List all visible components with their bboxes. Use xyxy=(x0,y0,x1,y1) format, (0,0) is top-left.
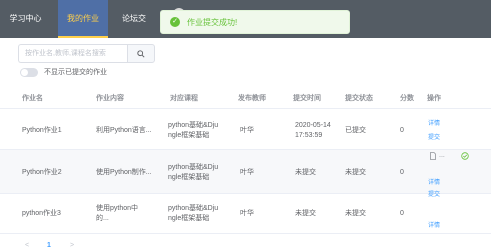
col-header-course: 对应课程 xyxy=(170,95,198,102)
submit-time-clock: 17:53:59 xyxy=(295,132,323,139)
submit-time-date: 2020-05-14 xyxy=(295,122,331,129)
course-name-line2: ngle框架基础 xyxy=(168,132,210,139)
homework-content: 利用Python语言... xyxy=(96,127,152,134)
col-header-submit-time: 提交时间 xyxy=(293,95,321,102)
homework-content: 使用Python制作... xyxy=(96,169,152,176)
col-header-content: 作业内容 xyxy=(96,95,124,102)
homework-name: Python作业1 xyxy=(22,127,62,134)
search-button[interactable] xyxy=(127,44,155,63)
toast-message: 作业提交成功! xyxy=(187,17,238,27)
col-header-teacher: 发布教师 xyxy=(238,95,266,102)
teacher-name: 叶华 xyxy=(240,210,254,217)
detail-link[interactable]: 详情 xyxy=(428,220,440,229)
col-header-actions: 操作 xyxy=(427,95,441,102)
teacher-name: 叶华 xyxy=(240,127,254,134)
homework-content-line2: 的... xyxy=(96,215,109,222)
search-bar xyxy=(18,44,155,63)
col-header-name: 作业名 xyxy=(22,95,43,102)
nav-item-learning-center[interactable]: 学习中心 xyxy=(0,0,51,38)
upload-success-icon xyxy=(461,152,469,160)
submit-link[interactable]: 提交 xyxy=(428,132,440,141)
submit-status: 未提交 xyxy=(345,210,366,217)
submit-status: 未提交 xyxy=(345,169,366,176)
score: 0 xyxy=(400,210,404,217)
nav-item-forum[interactable]: 论坛交 xyxy=(113,0,155,38)
submit-time: 未提交 xyxy=(295,169,316,176)
col-header-status: 提交状态 xyxy=(345,95,373,102)
hide-submitted-label: 不显示已提交的作业 xyxy=(44,69,107,76)
submit-status: 已提交 xyxy=(345,127,366,134)
table-row: Python作业2 使用Python制作... python基础&Dju ngl… xyxy=(0,150,491,198)
course-name-line1: python基础&Dju xyxy=(168,122,219,129)
check-circle-icon: ✓ xyxy=(170,17,180,27)
teacher-name: 叶华 xyxy=(240,169,254,176)
pager-prev-button[interactable]: < xyxy=(25,242,29,249)
homework-content-line1: 使用python中 xyxy=(96,205,139,212)
pager-next-button[interactable]: > xyxy=(70,242,74,249)
pager-page-1[interactable]: 1 xyxy=(47,242,51,249)
search-input[interactable] xyxy=(18,44,127,63)
score: 0 xyxy=(400,127,404,134)
hide-submitted-filter: 不显示已提交的作业 xyxy=(20,66,107,78)
homework-name: Python作业2 xyxy=(22,169,62,176)
detail-link[interactable]: 详情 xyxy=(428,177,440,186)
course-name-line1: python基础&Dju xyxy=(168,205,219,212)
col-header-score: 分数 xyxy=(400,95,414,102)
uploaded-file-name: ... xyxy=(439,152,445,159)
nav-item-my-homework[interactable]: 我的作业 xyxy=(58,0,108,38)
detail-link[interactable]: 详情 xyxy=(428,118,440,127)
score: 0 xyxy=(400,169,404,176)
hide-submitted-switch[interactable] xyxy=(20,67,38,77)
document-icon xyxy=(430,152,436,160)
homework-name: python作业3 xyxy=(22,210,61,217)
course-name-line2: ngle框架基础 xyxy=(168,215,210,222)
submit-time: 未提交 xyxy=(295,210,316,217)
success-toast: ✓ 作业提交成功! xyxy=(160,10,350,34)
course-name-line2: ngle框架基础 xyxy=(168,174,210,181)
table-row: python作业3 使用python中 的... python基础&Dju ng… xyxy=(0,194,491,234)
search-icon xyxy=(137,49,145,58)
course-name-line1: python基础&Dju xyxy=(168,164,219,171)
table-row: Python作业1 利用Python语言... python基础&Dju ngl… xyxy=(0,109,491,150)
